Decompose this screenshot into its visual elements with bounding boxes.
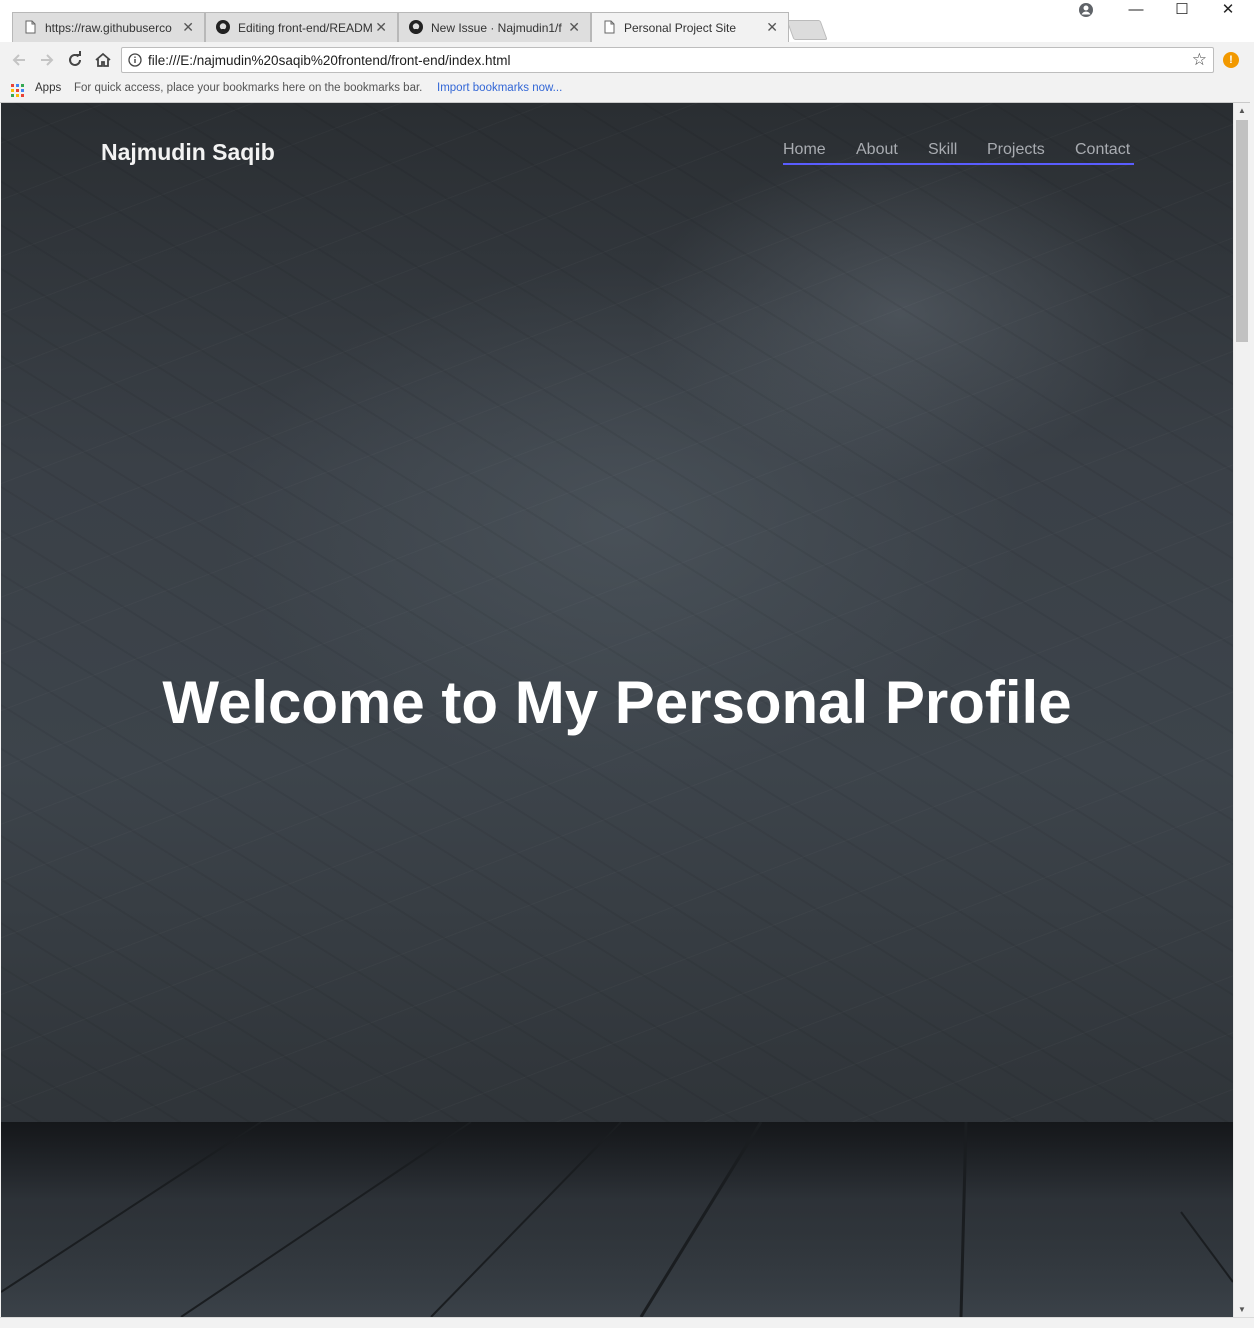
scroll-down-arrow-icon[interactable]: ▼	[1238, 1305, 1246, 1314]
tab-raw-githubusercontent[interactable]: https://raw.githubuserco ✕	[12, 12, 205, 42]
scroll-up-arrow-icon[interactable]: ▲	[1238, 106, 1246, 115]
site-nav: Home About Skill Projects Contact	[783, 141, 1134, 165]
tab-personal-project-site[interactable]: Personal Project Site ✕	[591, 12, 789, 42]
window-frame	[1250, 42, 1254, 1327]
tab-close-icon[interactable]: ✕	[568, 19, 580, 36]
home-icon[interactable]	[93, 50, 113, 70]
tab-title: Editing front-end/READM	[238, 21, 373, 35]
alert-icon[interactable]: !	[1223, 52, 1239, 68]
back-arrow-icon[interactable]	[9, 50, 29, 70]
import-bookmarks-link[interactable]: Import bookmarks now...	[437, 82, 562, 94]
page-viewport: Najmudin Saqib Home About Skill Projects…	[1, 103, 1233, 1317]
github-icon	[216, 20, 230, 34]
maximize-button[interactable]: ☐	[1159, 0, 1205, 20]
address-bar[interactable]: file:///E:/najmudin%20saqib%20frontend/f…	[121, 47, 1214, 73]
minimize-button[interactable]: —	[1113, 0, 1159, 20]
nav-link-skill[interactable]: Skill	[928, 141, 957, 159]
reload-icon[interactable]	[65, 50, 85, 70]
close-window-button[interactable]: ✕	[1205, 0, 1251, 20]
new-tab-button[interactable]	[786, 20, 828, 40]
profile-icon[interactable]	[1078, 2, 1094, 18]
hero-title: Welcome to My Personal Profile	[162, 669, 1072, 736]
wooden-floor-background	[1, 1122, 1233, 1317]
tab-close-icon[interactable]: ✕	[375, 19, 387, 36]
apps-link[interactable]: Apps	[35, 82, 61, 94]
tab-title: https://raw.githubuserco	[45, 21, 172, 35]
page-icon	[604, 20, 615, 34]
browser-toolbar: file:///E:/najmudin%20saqib%20frontend/f…	[0, 42, 1254, 78]
github-icon	[409, 20, 423, 34]
tab-strip: https://raw.githubuserco ✕ Editing front…	[0, 0, 1254, 42]
tab-title: New Issue · Najmudin1/f	[431, 21, 562, 35]
bookmark-star-icon[interactable]: ☆	[1192, 51, 1207, 69]
nav-link-about[interactable]: About	[856, 141, 898, 159]
page-icon	[25, 20, 36, 34]
url-text[interactable]: file:///E:/najmudin%20saqib%20frontend/f…	[148, 53, 510, 68]
bookmarks-bar: Apps For quick access, place your bookma…	[0, 78, 1254, 103]
info-icon[interactable]	[128, 53, 142, 67]
tab-editing-readme[interactable]: Editing front-end/READM ✕	[205, 12, 398, 42]
tab-title: Personal Project Site	[624, 21, 737, 35]
tab-new-issue[interactable]: New Issue · Najmudin1/f ✕	[398, 12, 591, 42]
vertical-scrollbar[interactable]: ▲ ▼	[1233, 103, 1251, 1317]
site-brand[interactable]: Najmudin Saqib	[101, 139, 275, 166]
nav-link-home[interactable]: Home	[783, 141, 826, 159]
forward-arrow-icon[interactable]	[37, 50, 57, 70]
nav-link-contact[interactable]: Contact	[1075, 141, 1130, 159]
tab-close-icon[interactable]: ✕	[766, 19, 778, 36]
bookmarks-hint: For quick access, place your bookmarks h…	[74, 82, 423, 94]
nav-link-projects[interactable]: Projects	[987, 141, 1045, 159]
tab-close-icon[interactable]: ✕	[182, 19, 194, 36]
window-bottom-edge	[0, 1317, 1254, 1328]
apps-grid-icon[interactable]	[11, 84, 24, 97]
scroll-thumb[interactable]	[1236, 120, 1248, 342]
